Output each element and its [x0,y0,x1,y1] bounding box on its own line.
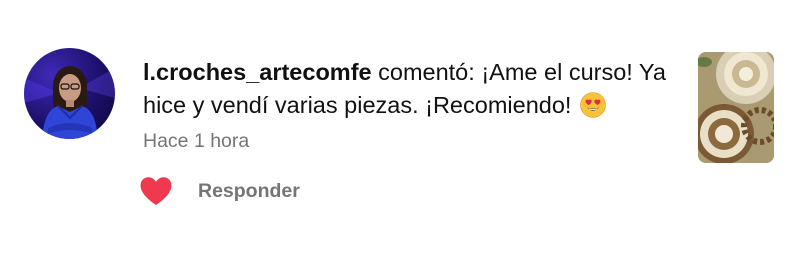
comment-username[interactable]: l.croches_artecomfe [143,59,372,85]
avatar-image [24,66,115,139]
reply-button[interactable]: Responder [198,180,300,203]
comment-actions: Responder [139,174,300,208]
avatar[interactable] [24,48,115,139]
thumbnail-image [698,52,774,163]
heart-icon[interactable] [139,176,173,206]
heart-eyes-emoji [580,92,606,118]
comment-text: l.croches_artecomfe comentó: ¡Ame el cur… [143,56,673,122]
crochet-doily-thumbnail[interactable] [698,52,774,163]
comment-verb: comentó: [371,59,482,85]
comment-timestamp: Hace 1 hora [143,130,250,152]
